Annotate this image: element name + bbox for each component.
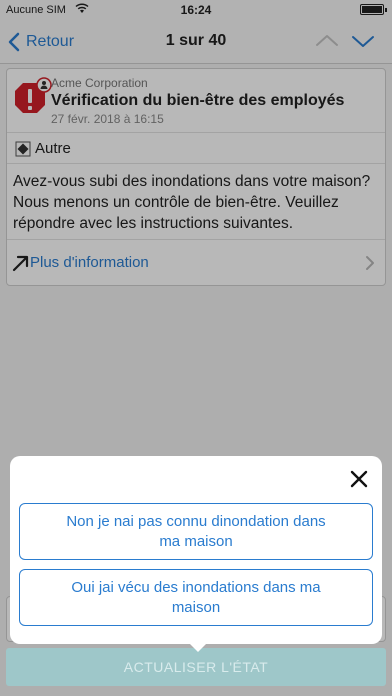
response-option-yes[interactable]: Oui jai vécu des inondations dans ma mai… xyxy=(19,569,373,626)
popover-pointer xyxy=(188,642,208,652)
response-modal: Non je nai pas connu dinondation dans ma… xyxy=(10,456,382,652)
close-icon[interactable] xyxy=(348,468,370,490)
update-status-button[interactable]: ACTUALISER L'ÉTAT xyxy=(6,648,386,686)
response-option-no[interactable]: Non je nai pas connu dinondation dans ma… xyxy=(19,503,373,560)
